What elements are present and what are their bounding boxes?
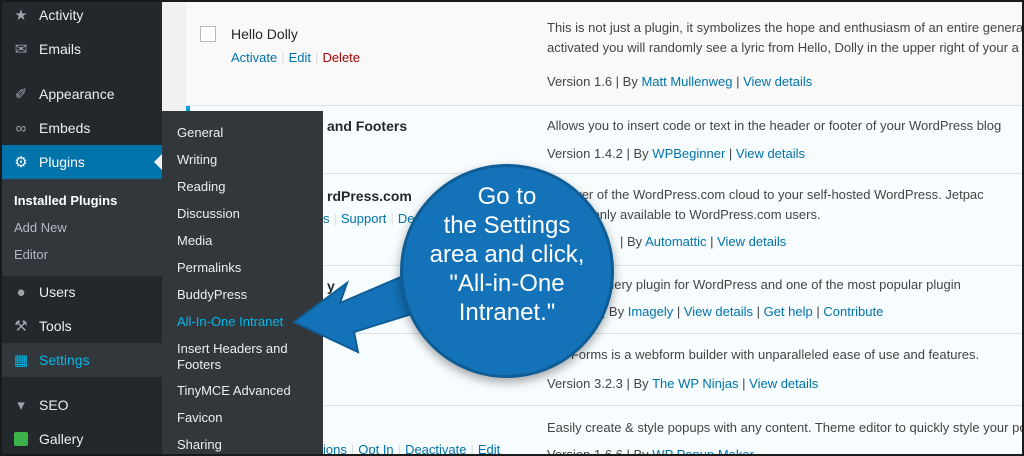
- callout-line: the Settings: [443, 212, 571, 239]
- callout-line: "All-in-One: [449, 270, 565, 297]
- screenshot-frame: Hello Dolly Activate | Edit | Delete This is…: [0, 0, 1024, 456]
- callout-line: area and click,: [429, 241, 585, 268]
- callout-text: Go to the Settings area and click, "All-…: [400, 182, 614, 327]
- callout-line: Go to: [477, 183, 537, 210]
- callout-line: Intranet.": [458, 299, 556, 326]
